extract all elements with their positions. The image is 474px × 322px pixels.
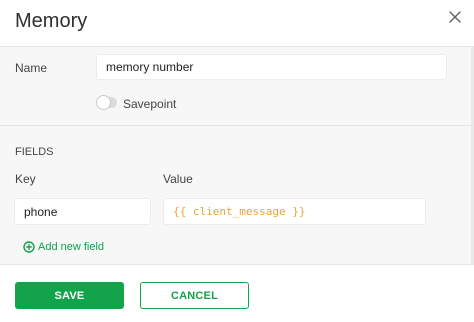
field-key-input[interactable] — [14, 198, 151, 225]
name-input[interactable] — [96, 54, 447, 80]
field-value-input[interactable] — [163, 198, 426, 225]
name-label: Name — [15, 61, 48, 75]
cancel-button[interactable]: CANCEL — [140, 282, 249, 309]
close-icon[interactable] — [443, 7, 467, 31]
dialog-header: Memory — [0, 0, 474, 47]
add-new-field-label: Add new field — [38, 241, 105, 253]
key-column-label: Key — [15, 172, 36, 186]
value-column-label: Value — [163, 172, 193, 186]
footer-divider — [0, 264, 474, 265]
fields-section-heading: FIELDS — [15, 146, 54, 158]
save-button[interactable]: SAVE — [15, 282, 124, 309]
plus-circle-icon — [23, 241, 35, 253]
toggle-knob — [97, 96, 110, 109]
dialog-title: Memory — [15, 10, 88, 32]
savepoint-toggle[interactable] — [97, 96, 117, 109]
add-new-field-button[interactable]: Add new field — [23, 239, 104, 255]
savepoint-label: Savepoint — [123, 97, 177, 111]
dialog-body: Name Savepoint FIELDS Key Value — [0, 47, 474, 265]
section-divider — [0, 125, 474, 126]
